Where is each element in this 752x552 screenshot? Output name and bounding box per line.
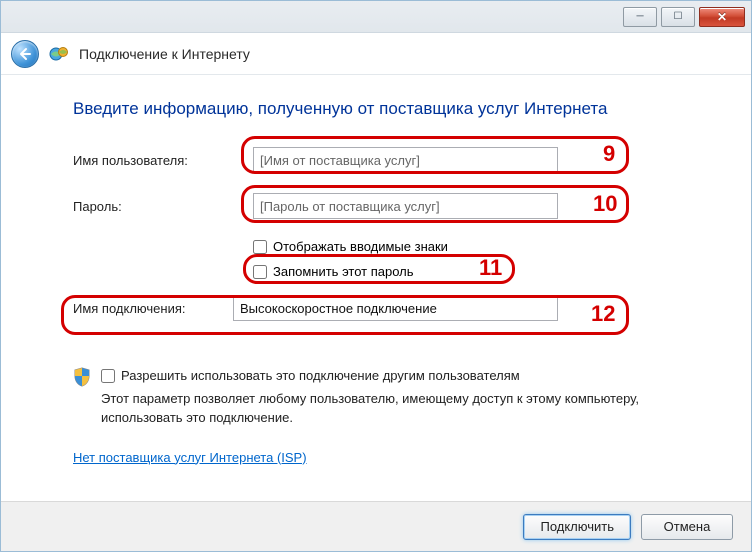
remember-password-checkbox[interactable]	[253, 265, 267, 279]
header: Подключение к Интернету	[1, 33, 751, 75]
annotation-number-9: 9	[603, 141, 615, 167]
remember-password-row: Запомнить этот пароль	[253, 264, 695, 279]
username-label: Имя пользователя:	[73, 153, 253, 168]
page-heading: Введите информацию, полученную от постав…	[73, 99, 695, 119]
password-input[interactable]	[253, 193, 558, 219]
minimize-icon: ─	[636, 11, 643, 22]
allow-others-checkbox[interactable]	[101, 369, 115, 383]
allow-others-description: Этот параметр позволяет любому пользоват…	[101, 390, 695, 428]
close-icon: ✕	[717, 10, 727, 24]
username-row: Имя пользователя:	[73, 147, 695, 173]
maximize-icon: ☐	[674, 11, 683, 22]
annotation-number-10: 10	[593, 191, 617, 217]
globe-icon	[49, 44, 69, 64]
connection-name-input[interactable]	[233, 295, 558, 321]
connect-button[interactable]: Подключить	[523, 514, 631, 540]
annotation-number-11: 11	[479, 255, 502, 281]
allow-others-label: Разрешить использовать это подключение д…	[121, 367, 520, 386]
remember-password-label: Запомнить этот пароль	[273, 264, 414, 279]
footer: Подключить Отмена	[1, 501, 751, 551]
arrow-left-icon	[18, 47, 32, 61]
header-title: Подключение к Интернету	[79, 46, 250, 62]
shield-icon	[73, 367, 91, 387]
maximize-button[interactable]: ☐	[661, 7, 695, 27]
minimize-button[interactable]: ─	[623, 7, 657, 27]
show-chars-label: Отображать вводимые знаки	[273, 239, 448, 254]
content-area: Введите информацию, полученную от постав…	[1, 75, 751, 475]
back-button[interactable]	[11, 40, 39, 68]
password-label: Пароль:	[73, 199, 253, 214]
annotation-number-12: 12	[591, 301, 615, 327]
no-isp-link[interactable]: Нет поставщика услуг Интернета (ISP)	[73, 450, 307, 465]
allow-other-users-block: Разрешить использовать это подключение д…	[73, 367, 695, 428]
cancel-button[interactable]: Отмена	[641, 514, 733, 540]
connection-name-label: Имя подключения:	[73, 301, 233, 316]
close-button[interactable]: ✕	[699, 7, 745, 27]
show-chars-row: Отображать вводимые знаки	[253, 239, 695, 254]
username-input[interactable]	[253, 147, 558, 173]
dialog-window: ─ ☐ ✕ Подключение к Интернету Введите ин…	[0, 0, 752, 552]
titlebar: ─ ☐ ✕	[1, 1, 751, 33]
show-chars-checkbox[interactable]	[253, 240, 267, 254]
